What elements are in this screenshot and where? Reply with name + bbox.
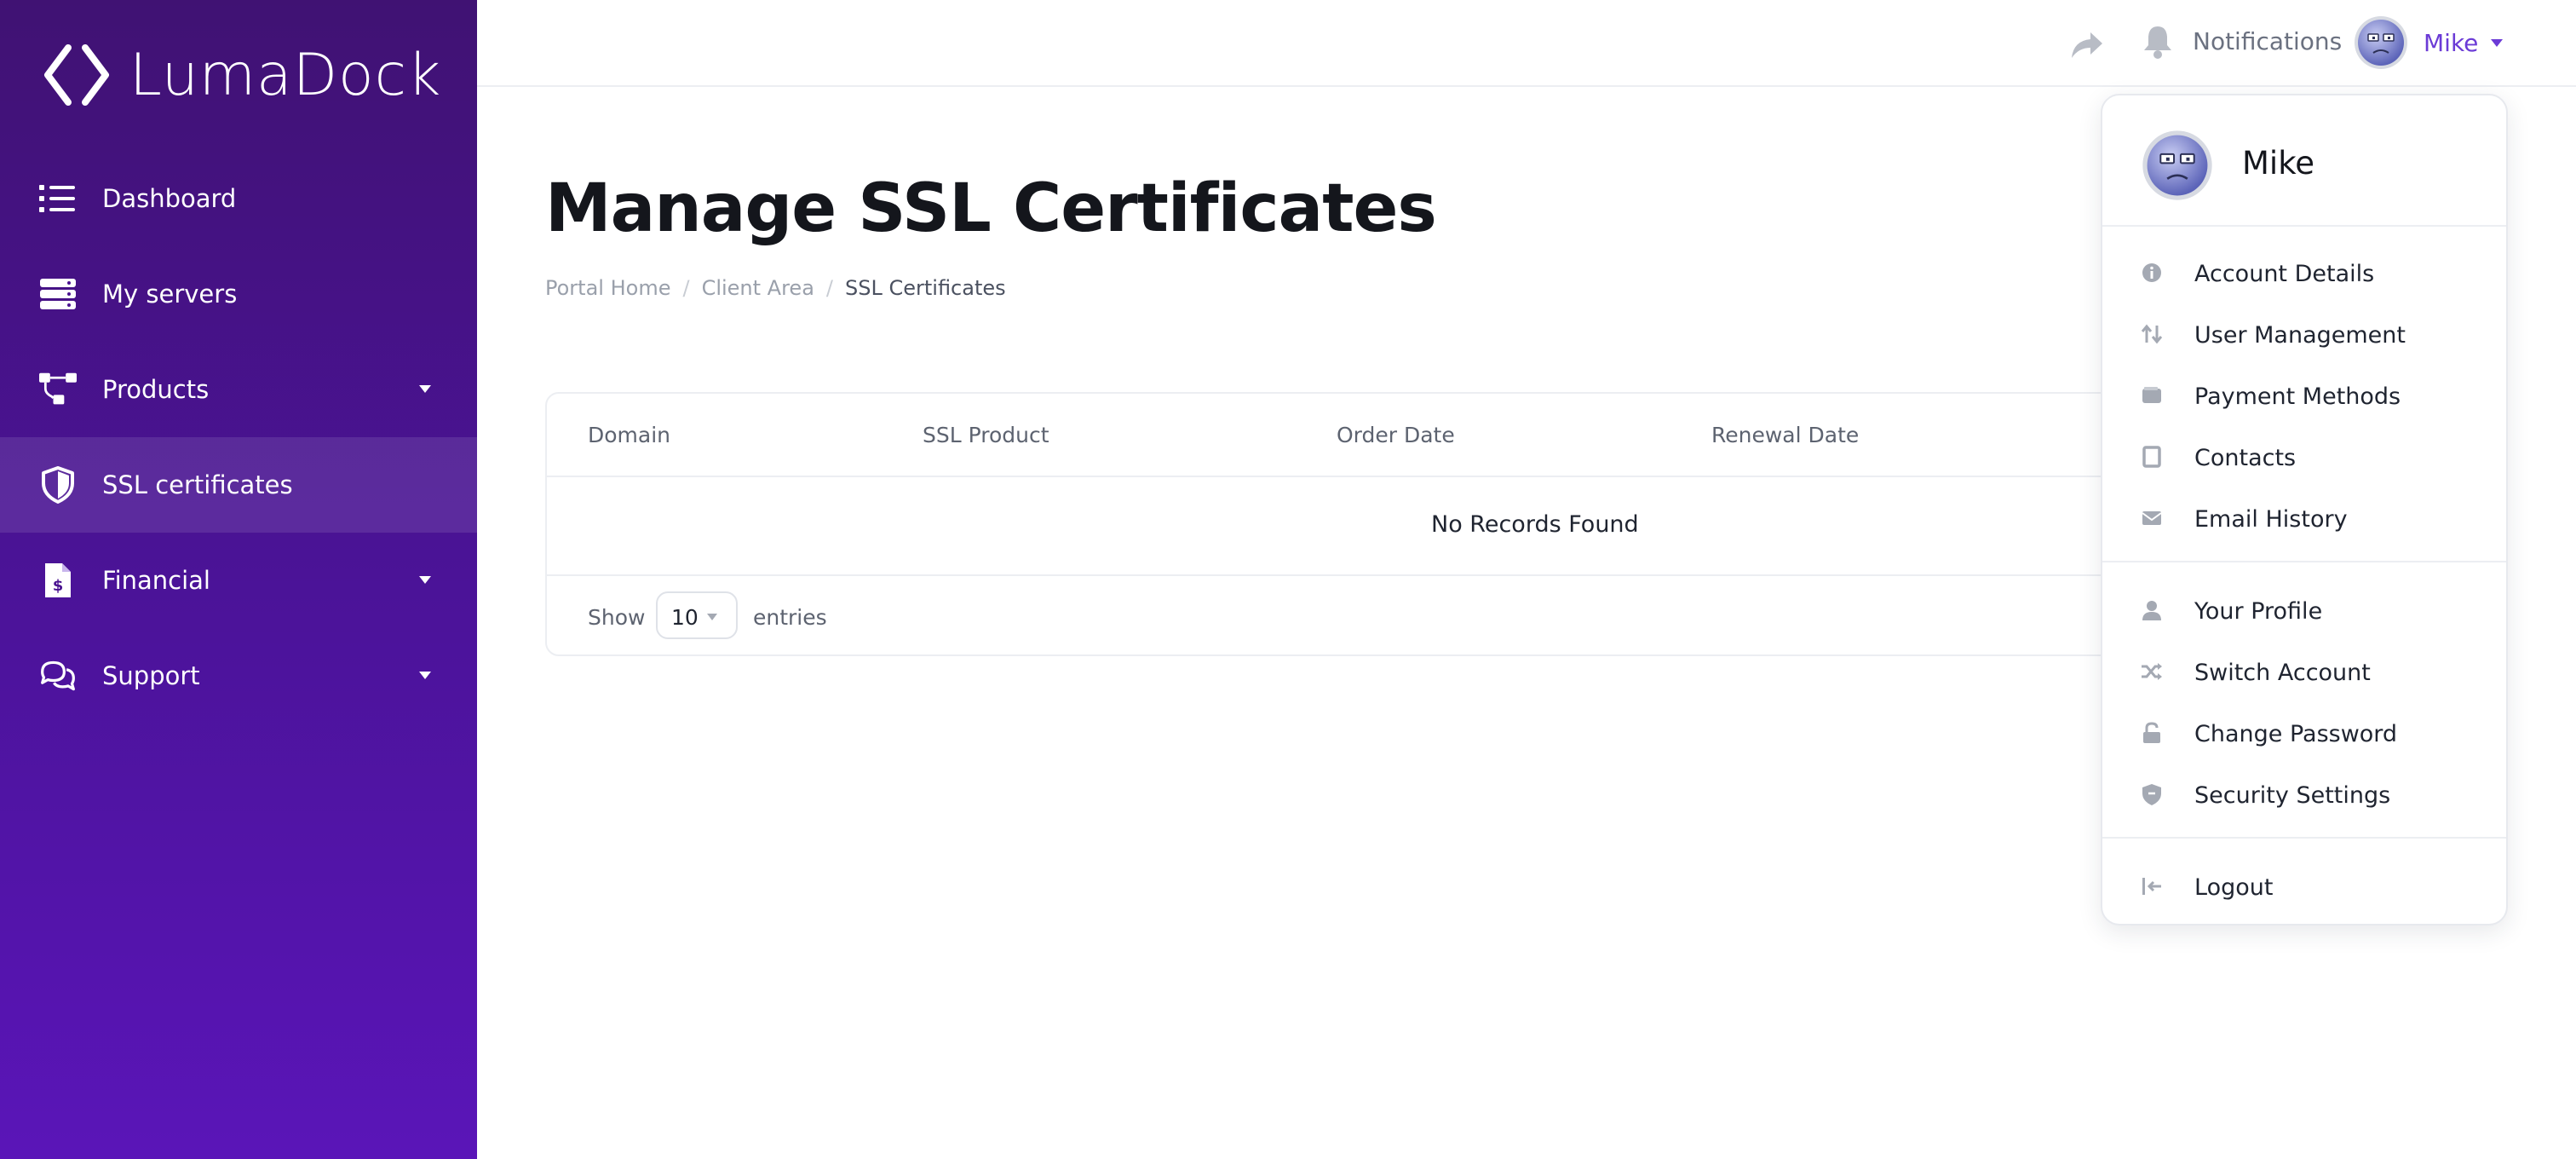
column-header-order-date[interactable]: Order Date	[1337, 423, 1455, 447]
info-icon	[2142, 263, 2161, 282]
chevron-down-icon	[419, 576, 431, 584]
shield-small-icon	[2142, 784, 2161, 805]
user-menu-toggle[interactable]: Mike	[2424, 29, 2478, 57]
sidebar-item-label: Support	[102, 661, 200, 690]
column-header-renewal-date[interactable]: Renewal Date	[1711, 423, 1859, 447]
sidebar-item-my-servers[interactable]: My servers	[0, 246, 477, 342]
chat-icon	[39, 657, 77, 695]
menu-item-label: Account Details	[2194, 261, 2375, 287]
menu-item-label: Payment Methods	[2194, 383, 2401, 410]
sidebar-item-ssl-certificates[interactable]: SSL certificates	[0, 437, 477, 533]
code-brackets-icon	[44, 44, 109, 106]
servers-icon	[39, 275, 77, 313]
sidebar-item-label: Dashboard	[102, 184, 237, 213]
sidebar-item-products[interactable]: Products	[0, 342, 477, 437]
avatar	[2142, 130, 2212, 200]
user-dropdown-menu: Mike Account Details User Management Pay…	[2101, 94, 2508, 925]
menu-item-your-profile[interactable]: Your Profile	[2102, 580, 2506, 641]
menu-item-payment-methods[interactable]: Payment Methods	[2102, 365, 2506, 426]
contact-card-icon	[2142, 446, 2161, 468]
menu-divider	[2102, 837, 2506, 839]
svg-text:$: $	[53, 577, 64, 595]
menu-item-label: User Management	[2194, 322, 2406, 349]
sidebar-item-label: My servers	[102, 280, 238, 308]
chevron-down-icon[interactable]	[2491, 39, 2503, 47]
breadcrumb-client-area[interactable]: Client Area	[702, 276, 814, 300]
menu-item-label: Your Profile	[2194, 598, 2323, 625]
sidebar-item-label: Financial	[102, 566, 210, 595]
sidebar-item-label: Products	[102, 375, 210, 404]
sidebar-nav: Dashboard My servers Products SSL certif…	[0, 151, 477, 724]
menu-item-change-password[interactable]: Change Password	[2102, 702, 2506, 764]
sidebar-item-financial[interactable]: $ Financial	[0, 533, 477, 628]
dropdown-user-name: Mike	[2242, 145, 2315, 182]
envelope-icon	[2142, 511, 2162, 525]
menu-item-security-settings[interactable]: Security Settings	[2102, 764, 2506, 825]
empty-message: No Records Found	[1431, 511, 1639, 538]
menu-item-label: Logout	[2194, 874, 2274, 901]
menu-item-label: Change Password	[2194, 721, 2398, 747]
menu-item-label: Security Settings	[2194, 782, 2391, 809]
column-header-domain[interactable]: Domain	[588, 423, 670, 447]
entries-value: 10	[671, 605, 699, 630]
menu-item-logout[interactable]: Logout	[2102, 856, 2506, 917]
wallet-icon	[2142, 387, 2161, 403]
breadcrumb-current: SSL Certificates	[845, 276, 1006, 300]
breadcrumb-separator: /	[682, 276, 690, 300]
entries-label: entries	[753, 605, 827, 630]
chevron-down-icon	[419, 385, 431, 393]
products-icon	[39, 371, 77, 408]
show-label: Show	[588, 605, 646, 630]
dropdown-header: Mike	[2102, 95, 2506, 227]
sidebar-item-label: SSL certificates	[102, 470, 293, 499]
breadcrumb-portal-home[interactable]: Portal Home	[545, 276, 670, 300]
invoice-icon: $	[39, 562, 77, 599]
sort-arrows-icon	[2141, 324, 2163, 344]
shuffle-icon	[2142, 663, 2162, 680]
share-icon[interactable]	[2068, 26, 2106, 63]
notifications-link[interactable]: Notifications	[2193, 27, 2342, 55]
brand-name: LumaDock	[129, 41, 442, 109]
menu-item-user-management[interactable]: User Management	[2102, 303, 2506, 365]
breadcrumb-separator: /	[825, 276, 833, 300]
chevron-down-icon	[419, 672, 431, 679]
sidebar-item-support[interactable]: Support	[0, 628, 477, 724]
avatar[interactable]	[2354, 15, 2408, 70]
shield-icon	[39, 466, 77, 504]
unlock-icon	[2143, 722, 2160, 743]
entries-per-page-select[interactable]: 10	[656, 591, 738, 639]
logout-icon	[2142, 878, 2161, 895]
sidebar-item-dashboard[interactable]: Dashboard	[0, 151, 477, 246]
menu-item-email-history[interactable]: Email History	[2102, 487, 2506, 549]
menu-item-label: Contacts	[2194, 445, 2297, 471]
sidebar: LumaDock Dashboard My servers Products S…	[0, 0, 477, 1159]
menu-item-switch-account[interactable]: Switch Account	[2102, 641, 2506, 702]
bell-icon[interactable]	[2142, 24, 2174, 60]
brand-logo[interactable]: LumaDock	[43, 41, 441, 109]
menu-item-label: Email History	[2194, 506, 2348, 533]
menu-item-label: Switch Account	[2194, 660, 2371, 686]
page-title: Manage SSL Certificates	[545, 170, 1437, 247]
breadcrumb: Portal Home / Client Area / SSL Certific…	[545, 276, 1006, 300]
list-icon	[39, 180, 77, 217]
column-header-ssl-product[interactable]: SSL Product	[923, 423, 1049, 447]
menu-divider	[2102, 561, 2506, 562]
user-icon	[2142, 601, 2161, 620]
chevron-down-icon	[707, 614, 717, 620]
menu-item-account-details[interactable]: Account Details	[2102, 242, 2506, 303]
menu-item-contacts[interactable]: Contacts	[2102, 426, 2506, 487]
